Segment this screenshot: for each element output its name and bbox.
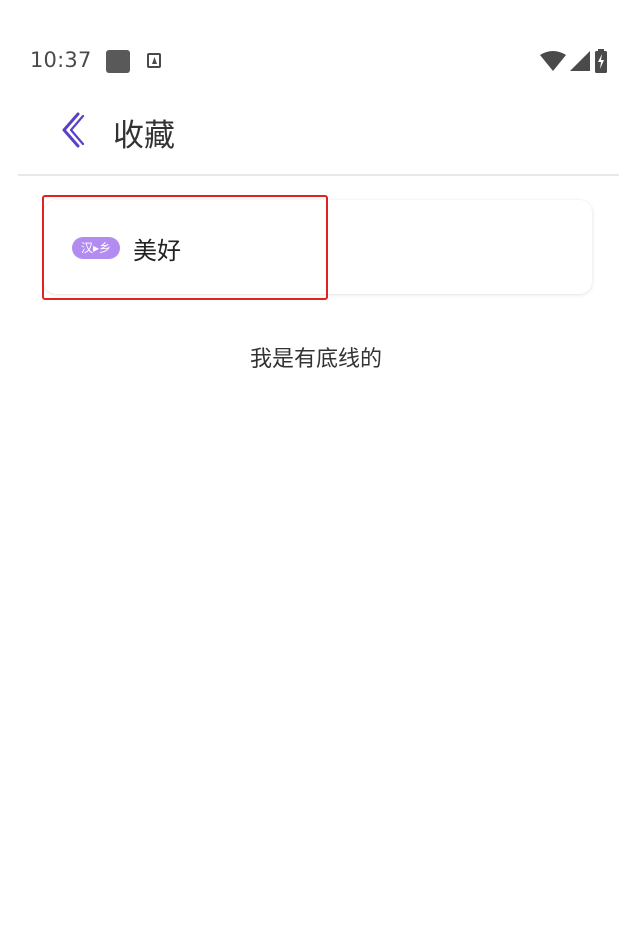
- language-badge: 汉▸乡: [72, 237, 120, 259]
- end-of-list-text: 我是有底线的: [249, 347, 382, 372]
- notification-a-icon: [147, 53, 161, 68]
- status-time: 10:37: [30, 48, 92, 72]
- back-button[interactable]: [52, 108, 92, 152]
- header-bar: 收藏: [0, 90, 632, 174]
- notification-square-icon: [106, 50, 130, 73]
- chevron-left-icon: [62, 112, 85, 148]
- header-divider: [18, 174, 619, 176]
- status-bar: 10:37: [0, 0, 632, 90]
- page-title: 收藏: [113, 118, 175, 154]
- status-icons: [540, 48, 608, 74]
- favorite-word: 美好: [133, 237, 181, 265]
- battery-charging-icon: [595, 49, 607, 73]
- wifi-icon: [540, 51, 566, 71]
- favorite-item[interactable]: 汉▸乡 美好: [44, 200, 592, 294]
- signal-icon: [570, 51, 590, 71]
